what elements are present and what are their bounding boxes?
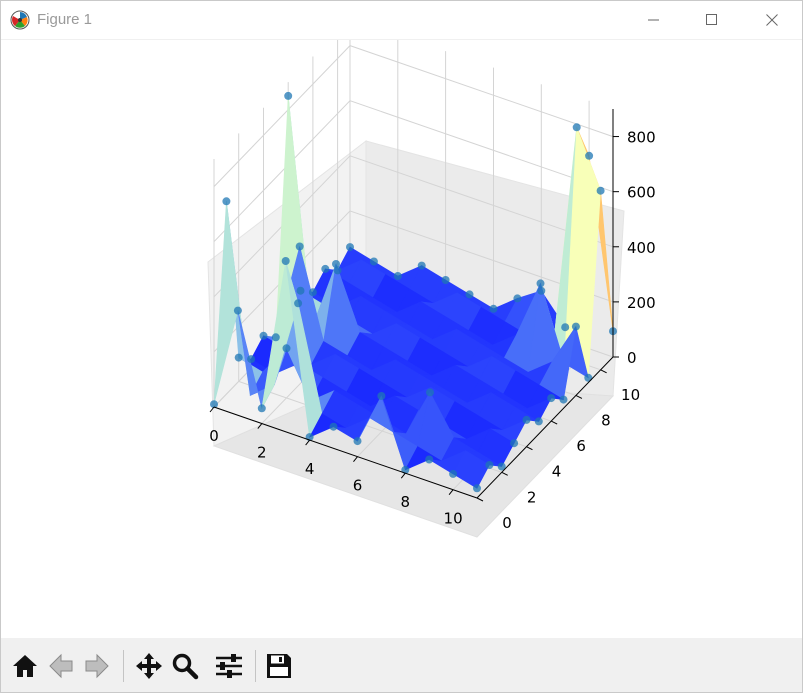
- scatter-point: [247, 355, 256, 364]
- scatter-point: [332, 260, 340, 268]
- y-tick-label: 6: [576, 437, 586, 455]
- scatter-point: [522, 415, 531, 424]
- scatter-point: [281, 257, 290, 265]
- scatter-point: [536, 279, 545, 288]
- scatter-point: [465, 290, 474, 299]
- x-tick-label: 4: [305, 460, 315, 478]
- scatter-point: [559, 395, 568, 404]
- scatter-point: [510, 439, 519, 448]
- x-tick-label: 0: [209, 427, 219, 445]
- scatter-point: [257, 404, 266, 413]
- back-button[interactable]: [45, 649, 77, 683]
- scatter-point: [547, 394, 556, 403]
- scatter-point: [485, 461, 494, 469]
- x-tick-label: 2: [257, 444, 267, 462]
- z-tick-label: 800: [627, 129, 656, 147]
- scatter-point: [585, 151, 594, 160]
- y-tick-label: 2: [527, 488, 537, 506]
- title-bar: Figure 1: [1, 1, 802, 40]
- scatter-point: [393, 272, 402, 280]
- scatter-point: [282, 344, 291, 353]
- scatter-point: [449, 469, 458, 478]
- home-icon: [13, 655, 37, 677]
- x-tick-label: 10: [444, 510, 463, 528]
- pan-icon: [136, 653, 162, 679]
- scatter-point: [489, 304, 498, 313]
- y-tick-label: 4: [552, 463, 562, 481]
- y-tick-label: 0: [502, 514, 512, 532]
- z-tick-label: 400: [627, 239, 656, 257]
- minimize-button[interactable]: [631, 1, 677, 39]
- scatter-point: [537, 286, 546, 295]
- scatter-point: [321, 264, 330, 273]
- scatter-point: [353, 437, 362, 446]
- scatter-point: [222, 197, 231, 206]
- scatter-point: [346, 243, 354, 252]
- scatter-point: [377, 392, 386, 400]
- figure-window: Figure 1 0 2 4 6 8 10 0 2 4 6 8 10 0 200…: [0, 0, 803, 693]
- pan-button[interactable]: [133, 649, 165, 683]
- maximize-button[interactable]: [689, 1, 735, 39]
- scatter-point: [513, 294, 522, 303]
- scatter-point: [425, 455, 434, 464]
- maximize-icon: [706, 14, 717, 25]
- scatter-point: [596, 186, 605, 195]
- scatter-point: [295, 242, 304, 251]
- x-tick-label: 8: [401, 493, 411, 511]
- figure-canvas[interactable]: 0 2 4 6 8 10 0 2 4 6 8 10 0 200 400 600 800: [1, 40, 802, 637]
- scatter-point: [294, 299, 303, 308]
- scatter-point: [561, 323, 570, 332]
- scatter-point: [369, 257, 378, 266]
- back-arrow-icon: [49, 653, 73, 679]
- scatter-point: [284, 91, 293, 100]
- z-tick-label: 0: [627, 349, 637, 367]
- scatter-point: [584, 373, 593, 382]
- z-tick-label: 200: [627, 294, 656, 312]
- save-button[interactable]: [263, 649, 295, 683]
- scatter-point: [571, 322, 580, 331]
- x-tick-label: 6: [353, 477, 363, 495]
- navigation-toolbar: [1, 638, 802, 692]
- minimize-icon: [648, 19, 659, 21]
- surface-plot[interactable]: 0246810 02468100200400600800: [1, 40, 802, 637]
- y-tick-label: 8: [601, 412, 611, 430]
- scatter-point: [441, 276, 450, 284]
- scatter-point: [308, 288, 317, 297]
- forward-arrow-icon: [85, 653, 109, 679]
- close-button[interactable]: [749, 1, 795, 39]
- scatter-point: [572, 123, 581, 132]
- scatter-point: [271, 333, 280, 342]
- close-icon: [766, 14, 778, 26]
- toolbar-separator: [255, 650, 256, 682]
- save-icon: [267, 654, 291, 678]
- z-tick-label: 600: [627, 184, 656, 202]
- home-button[interactable]: [9, 649, 41, 683]
- matplotlib-logo-icon: [10, 10, 30, 30]
- scatter-point: [426, 388, 434, 397]
- configure-subplots-button[interactable]: [213, 649, 245, 683]
- zoom-button[interactable]: [169, 649, 201, 683]
- scatter-point: [534, 417, 543, 426]
- scatter-point: [296, 286, 305, 295]
- scatter-point: [329, 422, 338, 431]
- configure-subplots-icon: [216, 654, 242, 678]
- scatter-point: [233, 306, 242, 315]
- toolbar-separator: [123, 650, 124, 682]
- scatter-point: [417, 261, 426, 270]
- scatter-point: [259, 331, 268, 340]
- window-title: Figure 1: [37, 11, 93, 28]
- zoom-icon: [172, 653, 199, 680]
- y-tick-label: 10: [621, 386, 640, 404]
- forward-button[interactable]: [81, 649, 113, 683]
- scatter-point: [234, 353, 243, 362]
- scatter-point: [473, 484, 481, 493]
